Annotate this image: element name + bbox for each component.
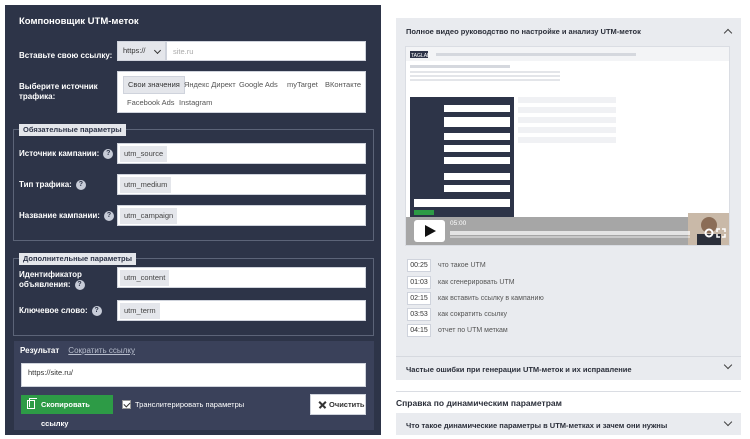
timestamp-time: 03:53 <box>407 308 431 321</box>
video-logo: TAGLAB <box>411 53 431 59</box>
play-button[interactable] <box>414 220 445 242</box>
help-icon[interactable]: ? <box>91 306 102 316</box>
ad-id-input[interactable]: utm_content <box>117 267 366 288</box>
dynamic-params-item-title[interactable]: Что такое динамические параметры в UTM-м… <box>406 421 667 430</box>
video-thumbnail: TAGLAB <box>406 47 729 245</box>
utm-term-tag: utm_term <box>120 303 160 319</box>
dynamic-params-heading: Справка по динамическим параметрам <box>396 398 562 408</box>
play-icon <box>425 225 436 237</box>
utm-medium-tag: utm_medium <box>120 177 172 193</box>
timestamp-time: 02:15 <box>407 292 431 305</box>
source-option-custom[interactable]: Свои значения <box>123 76 185 94</box>
utm-campaign-tag: utm_campaign <box>120 208 178 224</box>
result-url-field[interactable]: https://site.ru/ <box>21 363 366 387</box>
timestamp-time: 04:15 <box>407 324 431 337</box>
clear-button[interactable]: Очистить <box>310 394 366 415</box>
timestamp-item[interactable]: 02:15 как вставить ссылку в кампанию <box>407 292 544 305</box>
utm-source-tag: utm_source <box>120 146 168 162</box>
video-player[interactable]: TAGLAB 05:00 <box>405 46 730 246</box>
builder-title: Компоновщик UTM-меток <box>19 16 139 27</box>
chevron-down-icon <box>153 46 162 55</box>
source-option-mytarget[interactable]: myTarget <box>283 77 322 93</box>
copy-link-button[interactable]: Скопировать ссылку <box>21 395 113 428</box>
video-current-time: 05:00 <box>450 220 467 227</box>
transliterate-checkbox[interactable] <box>122 400 131 409</box>
tab-shorten-link[interactable]: Сократить ссылку <box>68 346 135 355</box>
protocol-select[interactable]: https:// <box>117 41 166 61</box>
utm-content-tag: utm_content <box>120 270 170 286</box>
keyword-label: Ключевое слово:? <box>19 306 102 316</box>
ad-id-label: Идентификатор объявления:? <box>19 270 114 290</box>
divider <box>396 391 741 392</box>
video-progress-bar[interactable] <box>450 231 690 235</box>
result-tabs: Результат Сократить ссылку <box>20 346 135 355</box>
help-icon[interactable]: ? <box>74 280 85 290</box>
keyword-input[interactable]: utm_term <box>117 300 366 321</box>
settings-icon[interactable] <box>704 228 714 238</box>
source-option-vk[interactable]: ВКонтакте <box>321 77 365 93</box>
timestamp-item[interactable]: 00:25 что такое UTM <box>407 259 486 272</box>
link-label: Вставьте свою ссылку: <box>19 51 113 60</box>
tab-result[interactable]: Результат <box>20 346 59 355</box>
timestamp-text: как сократить ссылку <box>438 311 507 318</box>
help-icon[interactable]: ? <box>103 149 114 159</box>
source-option-instagram[interactable]: Instagram <box>175 95 216 111</box>
timestamp-time: 00:25 <box>407 259 431 272</box>
video-accordion-title[interactable]: Полное видео руководство по настройке и … <box>406 27 641 36</box>
timestamp-text: как вставить ссылку в кампанию <box>438 295 544 302</box>
source-option-google[interactable]: Google Ads <box>235 77 282 93</box>
campaign-name-input[interactable]: utm_campaign <box>117 205 366 226</box>
source-option-facebook[interactable]: Facebook Ads <box>123 95 179 111</box>
timestamp-text: отчет по UTM меткам <box>438 327 508 334</box>
copy-link-label: Скопировать ссылку <box>41 400 90 428</box>
timestamp-time: 01:03 <box>407 276 431 289</box>
protocol-value: https:// <box>123 46 146 55</box>
link-input[interactable]: site.ru <box>166 41 366 61</box>
errors-accordion-title[interactable]: Частые ошибки при генерации UTM-меток и … <box>406 365 632 374</box>
help-icon[interactable]: ? <box>103 211 114 221</box>
traffic-type-input[interactable]: utm_medium <box>117 174 366 195</box>
source-label: Выберите источник трафика: <box>19 82 98 101</box>
campaign-source-input[interactable]: utm_source <box>117 143 366 164</box>
source-option-yandex[interactable]: Яндекс Директ <box>180 77 240 93</box>
optional-params-title: Дополнительные параметры <box>19 253 136 265</box>
required-params-title: Обязательные параметры <box>19 124 126 136</box>
transliterate-label: Транслитерировать параметры <box>135 400 245 409</box>
source-selector: Свои значения Яндекс Директ Google Ads m… <box>117 71 366 113</box>
result-panel: Результат Сократить ссылку https://site.r… <box>14 341 374 430</box>
campaign-name-label: Название кампании:? <box>19 211 114 221</box>
timestamp-item[interactable]: 03:53 как сократить ссылку <box>407 308 507 321</box>
timestamp-text: что такое UTM <box>438 262 486 269</box>
fullscreen-icon[interactable] <box>716 228 726 238</box>
campaign-source-label: Источник кампании:? <box>19 149 114 159</box>
help-icon[interactable]: ? <box>75 180 86 190</box>
timestamp-item[interactable]: 01:03 как сгенерировать UTM <box>407 276 515 289</box>
traffic-type-label: Тип трафика:? <box>19 180 86 190</box>
timestamp-item[interactable]: 04:15 отчет по UTM меткам <box>407 324 508 337</box>
timestamp-text: как сгенерировать UTM <box>438 279 515 286</box>
clear-label: Очистить <box>329 400 365 409</box>
